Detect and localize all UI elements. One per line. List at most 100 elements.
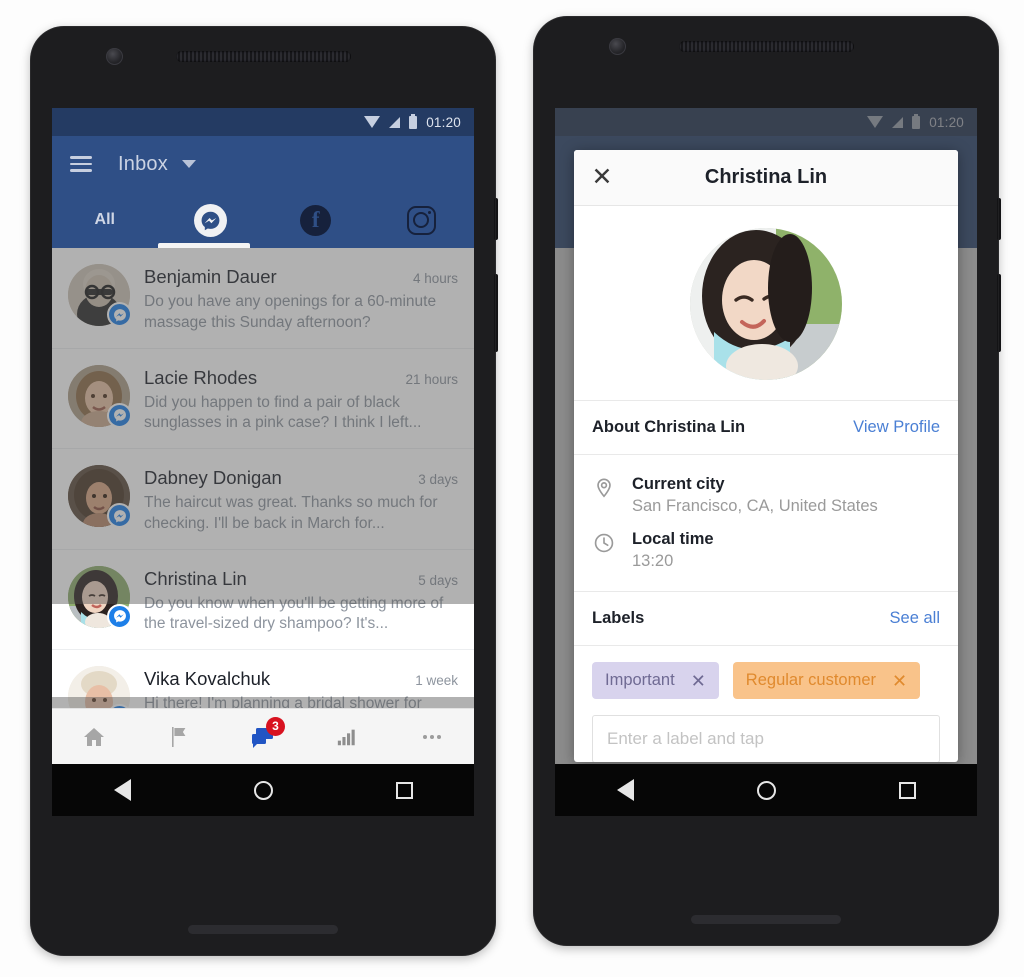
current-city-value: San Francisco, CA, United States	[632, 497, 878, 515]
back-icon[interactable]	[616, 779, 634, 801]
android-navigation-bar	[52, 764, 474, 816]
front-camera-icon	[609, 38, 626, 55]
earpiece-speaker	[679, 41, 854, 52]
clock-icon	[592, 530, 616, 554]
avatar	[68, 465, 132, 529]
message-snippet: Did you happen to find a pair of black s…	[144, 393, 422, 432]
contact-name: Dabney Donigan	[144, 467, 282, 489]
bottom-chin-bar	[691, 915, 841, 924]
profile-photo-area	[574, 206, 958, 401]
avatar	[68, 264, 132, 327]
messenger-badge-icon	[107, 503, 132, 529]
power-button[interactable]	[997, 198, 1001, 240]
app-bar: Inbox	[52, 136, 474, 192]
see-all-link[interactable]: See all	[890, 609, 940, 628]
unread-badge: 3	[265, 716, 285, 736]
labels-area: Important ✕ Regular customer ✕	[574, 646, 958, 762]
message-snippet: The haircut was great. Thanks so much fo…	[144, 494, 438, 532]
message-timestamp: 1 week	[415, 673, 458, 689]
message-snippet: Do you have any openings for a 60-minute…	[144, 293, 437, 331]
table-row-selected[interactable]: Christina Lin 5 days Do you know when yo…	[52, 549, 474, 651]
tab-all[interactable]: All	[52, 192, 158, 248]
remove-label-icon[interactable]: ✕	[892, 672, 907, 690]
label-chip-important[interactable]: Important ✕	[592, 662, 719, 699]
remove-label-icon[interactable]: ✕	[691, 672, 706, 690]
home-icon[interactable]	[756, 780, 776, 800]
hamburger-icon[interactable]	[70, 156, 92, 172]
message-timestamp: 5 days	[418, 572, 458, 588]
tab-instagram[interactable]	[369, 192, 475, 248]
messenger-badge-icon	[107, 402, 132, 428]
tab-messenger[interactable]	[158, 192, 264, 248]
dialog-header: ✕ Christina Lin	[574, 150, 958, 206]
tab-all-label: All	[94, 211, 115, 228]
current-city-label: Current city	[632, 475, 725, 493]
phone-device-right: 01:20 ✕ Christina Lin	[533, 16, 1001, 946]
table-row[interactable]: Dabney Donigan 3 days The haircut was gr…	[52, 449, 474, 550]
table-row[interactable]: Benjamin Dauer 4 hours Do you have any o…	[52, 248, 474, 349]
table-row[interactable]: Lacie Rhodes 21 hours Did you happen to …	[52, 348, 474, 450]
facebook-icon: f	[300, 204, 332, 236]
bottom-navigation: 3	[52, 708, 474, 764]
messenger-icon	[193, 203, 227, 237]
label-input[interactable]	[592, 715, 940, 762]
status-bar-time: 01:20	[426, 114, 461, 130]
bottom-nav-home[interactable]	[70, 717, 118, 757]
view-profile-link[interactable]: View Profile	[853, 418, 940, 437]
bottom-nav-pages[interactable]	[155, 717, 203, 757]
signal-icon	[389, 116, 401, 128]
contact-name: Benjamin Dauer	[144, 266, 277, 287]
front-camera-icon	[106, 48, 123, 65]
about-heading: About Christina Lin	[592, 418, 746, 436]
recents-icon[interactable]	[898, 781, 916, 799]
app-bar-title: Inbox	[118, 152, 168, 175]
labels-heading: Labels	[592, 609, 645, 627]
phone-screen-left: 01:20 Inbox All f Benjamin Dauer 4 hours…	[52, 108, 474, 816]
home-icon[interactable]	[253, 780, 273, 800]
power-button[interactable]	[494, 198, 498, 240]
list-item: Current city San Francisco, CA, United S…	[592, 468, 940, 523]
contact-details-dialog: ✕ Christina Lin About Christina Lin View…	[574, 150, 958, 762]
about-section-header: About Christina Lin View Profile	[574, 401, 958, 455]
message-snippet: Do you know when you'll be getting more …	[144, 594, 444, 633]
insights-bar-chart-icon	[338, 729, 356, 745]
contact-name: Christina Lin	[144, 567, 247, 589]
bottom-chin-bar	[188, 925, 338, 934]
flag-icon	[171, 726, 185, 747]
close-icon[interactable]: ✕	[588, 165, 616, 190]
volume-button[interactable]	[494, 274, 498, 352]
earpiece-speaker	[176, 51, 351, 62]
message-timestamp: 21 hours	[405, 371, 458, 387]
label-chip-list: Important ✕ Regular customer ✕	[592, 662, 940, 699]
inbox-dropdown[interactable]: Inbox	[118, 153, 196, 176]
tab-bar: All f	[52, 192, 474, 248]
chevron-down-icon	[181, 160, 196, 168]
bottom-nav-more[interactable]	[408, 717, 456, 757]
label-chip-regular-customer[interactable]: Regular customer ✕	[732, 662, 921, 699]
messenger-badge-icon	[107, 603, 132, 629]
avatar	[68, 364, 132, 428]
label-chip-text: Regular customer	[745, 671, 877, 689]
instagram-icon	[406, 205, 436, 235]
home-icon	[84, 727, 105, 746]
volume-button[interactable]	[997, 274, 1001, 352]
message-timestamp: 3 days	[418, 472, 458, 488]
tab-facebook[interactable]: f	[263, 192, 369, 248]
label-chip-text: Important	[605, 671, 675, 689]
battery-icon	[409, 113, 418, 129]
back-icon[interactable]	[113, 779, 131, 801]
bottom-nav-insights[interactable]	[323, 717, 371, 757]
phone-screen-right: 01:20 ✕ Christina Lin	[555, 108, 977, 816]
bottom-nav-messages[interactable]: 3	[239, 716, 287, 757]
contact-name: Lacie Rhodes	[144, 366, 258, 388]
about-info-list: Current city San Francisco, CA, United S…	[574, 455, 958, 592]
more-ellipsis-icon	[422, 734, 441, 739]
conversation-list: Benjamin Dauer 4 hours Do you have any o…	[52, 248, 474, 744]
message-timestamp: 4 hours	[412, 271, 458, 286]
android-navigation-bar	[555, 764, 977, 816]
list-item: Local time 13:20	[592, 523, 940, 578]
phone-device-left: 01:20 Inbox All f Benjamin Dauer 4 hours…	[30, 26, 498, 956]
location-pin-icon	[592, 475, 616, 499]
recents-icon[interactable]	[395, 781, 413, 799]
wifi-icon	[364, 116, 381, 128]
